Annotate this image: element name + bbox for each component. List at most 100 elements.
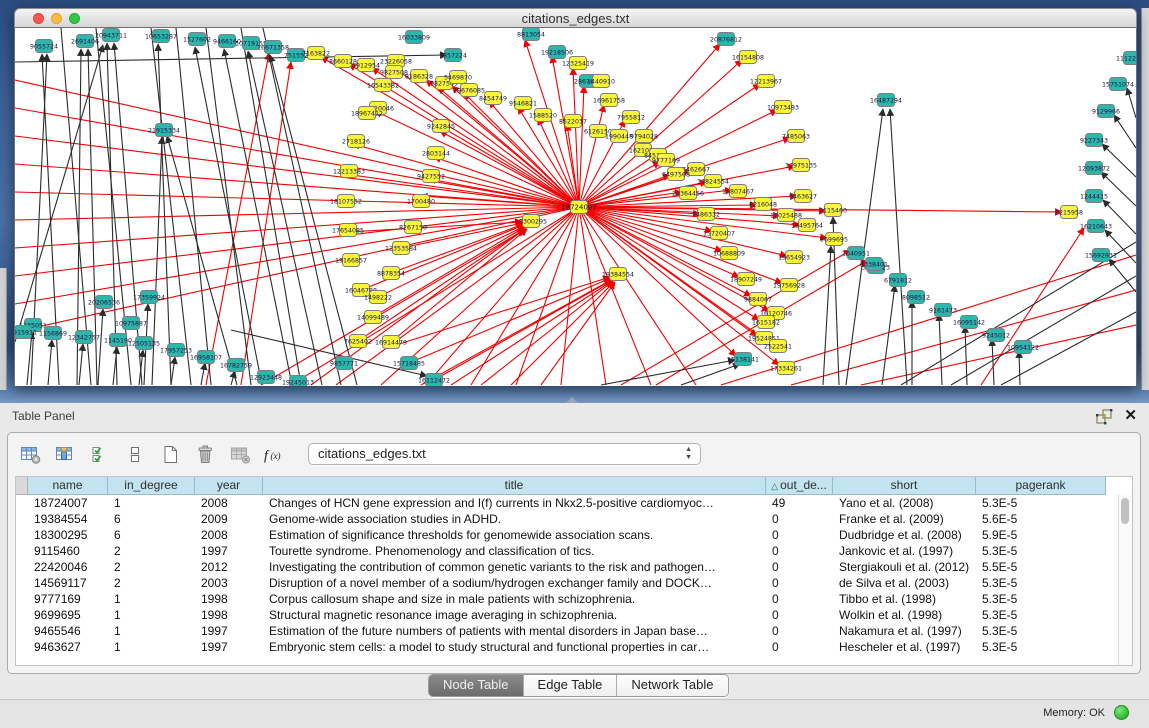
graph-node[interactable]: 8878354 <box>377 267 405 280</box>
column-header-out_de[interactable]: △out_de... <box>766 477 833 495</box>
graph-node[interactable]: 2718126 <box>342 135 370 148</box>
graph-node[interactable]: 10688809 <box>713 247 745 260</box>
graph-node[interactable]: 16914479 <box>375 336 407 349</box>
graph-node[interactable]: 1640951 <box>842 247 870 260</box>
window-titlebar[interactable]: citations_edges.txt <box>14 8 1137 28</box>
graph-node[interactable]: 9115460 <box>819 204 847 217</box>
graph-node[interactable]: 19756928 <box>773 279 805 292</box>
delete-table-icon[interactable] <box>228 443 252 465</box>
table-mode-icon[interactable] <box>18 443 42 465</box>
graph-node[interactable]: 9227343 <box>1080 134 1108 147</box>
tab-edge-table[interactable]: Edge Table <box>524 675 618 696</box>
graph-node[interactable]: 9463627 <box>789 190 817 203</box>
column-header-pagerank[interactable]: pagerank <box>976 477 1106 495</box>
graph-node[interactable]: 9699695 <box>820 233 848 246</box>
table-row[interactable]: 2242004622012Investigating the contribut… <box>16 559 1132 575</box>
function-builder-icon[interactable]: f(x) <box>263 443 287 465</box>
graph-node[interactable]: 18107552 <box>330 195 362 208</box>
graph-node[interactable]: 9546821 <box>509 97 537 110</box>
graph-node[interactable]: 7955812 <box>617 111 645 124</box>
table-row[interactable]: 969969511998Structural magnetic resonanc… <box>16 607 1132 623</box>
column-header-title[interactable]: title <box>263 477 766 495</box>
graph-node[interactable]: 7485063 <box>782 130 810 143</box>
column-header-name[interactable]: name <box>28 477 108 495</box>
graph-node[interactable]: 19218506 <box>541 46 573 59</box>
graph-node[interactable]: 9161473 <box>929 304 957 317</box>
graph-node[interactable]: 2803144 <box>422 147 450 160</box>
graph-node[interactable]: 19245013 <box>282 376 314 387</box>
graph-node[interactable]: 16154808 <box>732 51 764 64</box>
graph-node[interactable]: 12213967 <box>750 75 782 88</box>
graph-node[interactable]: 15751074 <box>1102 78 1134 91</box>
table-row[interactable]: 911546021997Tourette syndrome. Phenomeno… <box>16 543 1132 559</box>
graph-node[interactable]: 18495764 <box>791 219 823 232</box>
table-row[interactable]: 1830029562008Estimation of significance … <box>16 527 1132 543</box>
table-vertical-scrollbar[interactable] <box>1118 495 1132 665</box>
table-row[interactable]: 1872400712008Changes of HCN gene express… <box>16 495 1132 511</box>
column-header-in_degree[interactable]: in_degree <box>108 477 195 495</box>
table-selector-dropdown[interactable]: citations_edges.txt▲▼ <box>308 443 701 465</box>
graph-node[interactable]: 16958107 <box>190 351 222 364</box>
new-column-icon[interactable] <box>158 443 182 465</box>
graph-node[interactable]: 18907249 <box>730 273 762 286</box>
graph-node[interactable]: 12325419 <box>562 57 594 70</box>
graph-node[interactable]: 12975135 <box>785 159 817 172</box>
table-row[interactable]: 946362711997Embryonic stem cells: a mode… <box>16 639 1132 655</box>
graph-node[interactable]: 9055724 <box>30 40 58 53</box>
graph-node[interactable]: 10973493 <box>767 101 799 114</box>
graph-node[interactable]: 7625402 <box>344 335 372 348</box>
graph-node[interactable]: 16487294 <box>870 94 902 107</box>
graph-node[interactable]: 12213383 <box>333 165 365 178</box>
column-header-year[interactable]: year <box>195 477 263 495</box>
graph-node[interactable]: 16210643 <box>1080 220 1112 233</box>
graph-node[interactable]: 8186328 <box>405 70 433 83</box>
graph-node[interactable]: 10807467 <box>722 185 754 198</box>
column-visibility-icon[interactable] <box>53 443 77 465</box>
graph-node[interactable]: 16961758 <box>593 94 625 107</box>
close-panel-icon[interactable]: ✕ <box>1124 406 1137 424</box>
table-row[interactable]: 1938455462009Genome-wide association stu… <box>16 511 1132 527</box>
graph-node[interactable]: 9129966 <box>1092 105 1120 118</box>
graph-node[interactable]: 11122045 <box>1116 52 1137 65</box>
graph-node[interactable]: 16033809 <box>398 31 430 44</box>
graph-node[interactable]: 15138141 <box>727 353 759 366</box>
graph-node[interactable]: 10653287 <box>145 30 177 43</box>
graph-node[interactable]: 8813054 <box>517 28 545 41</box>
graph-node[interactable]: 13824554 <box>697 175 729 188</box>
graph-node[interactable]: 16543382 <box>367 79 399 92</box>
graph-node[interactable]: 8215958 <box>1055 206 1083 219</box>
graph-node[interactable]: 7857224 <box>439 49 467 62</box>
table-row[interactable]: 1456911722003Disruption of a novel membe… <box>16 575 1132 591</box>
column-select-icon[interactable] <box>88 443 112 465</box>
graph-node[interactable]: 8267150 <box>399 221 427 234</box>
column-header-short[interactable]: short <box>833 477 976 495</box>
graph-node[interactable]: 20943711 <box>95 29 127 42</box>
graph-node[interactable]: 16095142 <box>953 316 985 329</box>
graph-node[interactable]: 20876812 <box>710 33 742 46</box>
graph-node[interactable]: 12093872 <box>1078 162 1110 175</box>
graph-node[interactable]: 9794028 <box>630 130 658 143</box>
graph-node[interactable]: 17654085 <box>332 224 364 237</box>
graph-node[interactable]: 17359924 <box>133 291 165 304</box>
graph-node[interactable]: 1588520 <box>529 109 557 122</box>
table-row[interactable]: 946554611997Estimation of the future num… <box>16 623 1132 639</box>
graph-node[interactable]: 12505135 <box>128 337 160 350</box>
graph-node[interactable]: 9245012 <box>982 329 1010 342</box>
row-tools-icon[interactable] <box>123 443 147 465</box>
graph-node[interactable]: 16782759 <box>220 359 252 372</box>
table-row[interactable]: 977716911998Corpus callosum shape and si… <box>16 591 1132 607</box>
graph-node[interactable]: 17334261 <box>770 362 802 375</box>
graph-node[interactable]: 12923448 <box>250 371 282 384</box>
network-canvas[interactable]: 9055724269140620943711106532871527602946… <box>14 28 1137 386</box>
graph-node[interactable]: 10975887 <box>115 317 147 330</box>
graph-node[interactable]: 21915334 <box>148 124 180 137</box>
tab-network-table[interactable]: Network Table <box>617 675 727 696</box>
float-panel-icon[interactable] <box>1095 408 1113 426</box>
graph-node[interactable]: 19654923 <box>778 251 810 264</box>
graph-node[interactable]: 8098512 <box>902 291 930 304</box>
graph-node[interactable]: 6791812 <box>884 274 912 287</box>
graph-node[interactable]: 15692931 <box>1085 249 1117 262</box>
delete-column-icon[interactable] <box>193 443 217 465</box>
scrollbar-thumb[interactable] <box>1121 498 1129 524</box>
node-table[interactable]: namein_degreeyeartitle△out_de...shortpag… <box>15 476 1133 666</box>
